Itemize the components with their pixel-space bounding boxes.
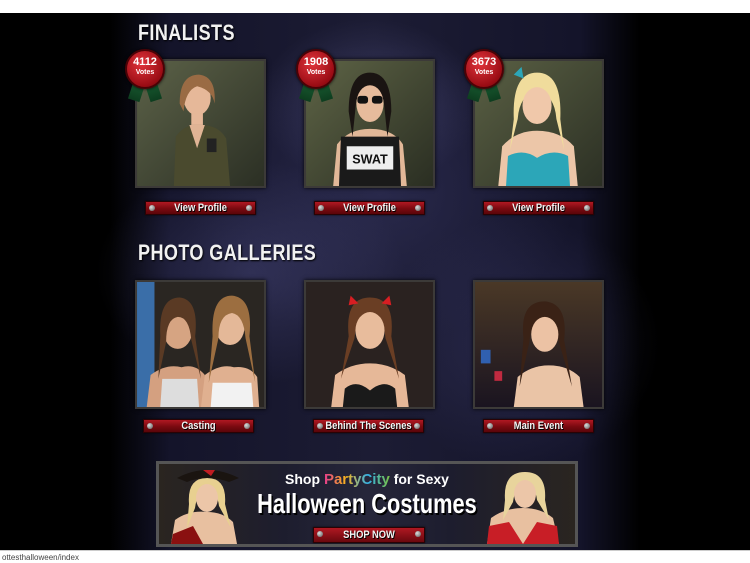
gallery-thumbnail-main-event[interactable] xyxy=(473,280,604,409)
vote-count: 3673 xyxy=(471,56,497,68)
view-profile-label: View Profile xyxy=(174,202,227,214)
gallery-main-event-image xyxy=(475,282,602,407)
behind-the-scenes-label: Behind The Scenes xyxy=(325,420,412,432)
finalists-heading: FINALISTS xyxy=(138,20,235,45)
casting-label: Casting xyxy=(181,420,216,432)
vote-label: Votes xyxy=(306,69,326,76)
vote-count: 1908 xyxy=(303,56,329,68)
banner-for-sexy-text: for Sexy xyxy=(393,471,449,487)
banner-model-right-image xyxy=(487,472,559,544)
swat-shirt-text: SWAT xyxy=(352,153,388,167)
browser-status-bar: ottesthalloween/index xyxy=(0,550,750,563)
gallery-casting-image xyxy=(137,282,264,407)
rivet-icon xyxy=(584,205,590,211)
rivet-icon xyxy=(415,531,421,537)
view-profile-label: View Profile xyxy=(343,202,396,214)
browser-top-strip xyxy=(0,0,750,13)
banner-shop-text: Shop xyxy=(285,471,321,487)
vote-label: Votes xyxy=(135,69,155,76)
shop-now-label: SHOP NOW xyxy=(343,529,395,541)
view-profile-label: View Profile xyxy=(512,202,565,214)
casting-button[interactable]: Casting xyxy=(143,419,254,433)
gallery-thumbnail-behind-the-scenes[interactable] xyxy=(304,280,435,409)
vote-badge-3: 3673 Votes xyxy=(464,49,504,107)
view-profile-button-1[interactable]: View Profile xyxy=(145,201,256,215)
rivet-icon xyxy=(415,205,421,211)
rivet-icon xyxy=(414,423,420,429)
main-event-button[interactable]: Main Event xyxy=(483,419,594,433)
main-event-label: Main Event xyxy=(513,420,564,432)
party-city-logo: PartyCity xyxy=(323,471,390,488)
gallery-thumbnail-casting[interactable] xyxy=(135,280,266,409)
vote-badge-2: 1908 Votes xyxy=(296,49,336,107)
status-url: ottesthalloween/index xyxy=(2,553,79,562)
vote-label: Votes xyxy=(474,69,494,76)
view-profile-button-2[interactable]: View Profile xyxy=(314,201,425,215)
view-profile-button-3[interactable]: View Profile xyxy=(483,201,594,215)
party-city-banner[interactable]: Shop PartyCity for Sexy Halloween Costum… xyxy=(156,461,578,547)
gallery-behind-scenes-image xyxy=(306,282,433,407)
photo-galleries-heading: PHOTO GALLERIES xyxy=(138,240,317,265)
vote-count: 4112 xyxy=(133,56,157,68)
behind-the-scenes-button[interactable]: Behind The Scenes xyxy=(313,419,424,433)
rivet-icon xyxy=(246,205,252,211)
rivet-icon xyxy=(584,423,590,429)
shop-now-button[interactable]: SHOP NOW xyxy=(313,527,425,543)
vote-badge-1: 4112 Votes xyxy=(125,49,165,107)
rivet-icon xyxy=(244,423,250,429)
